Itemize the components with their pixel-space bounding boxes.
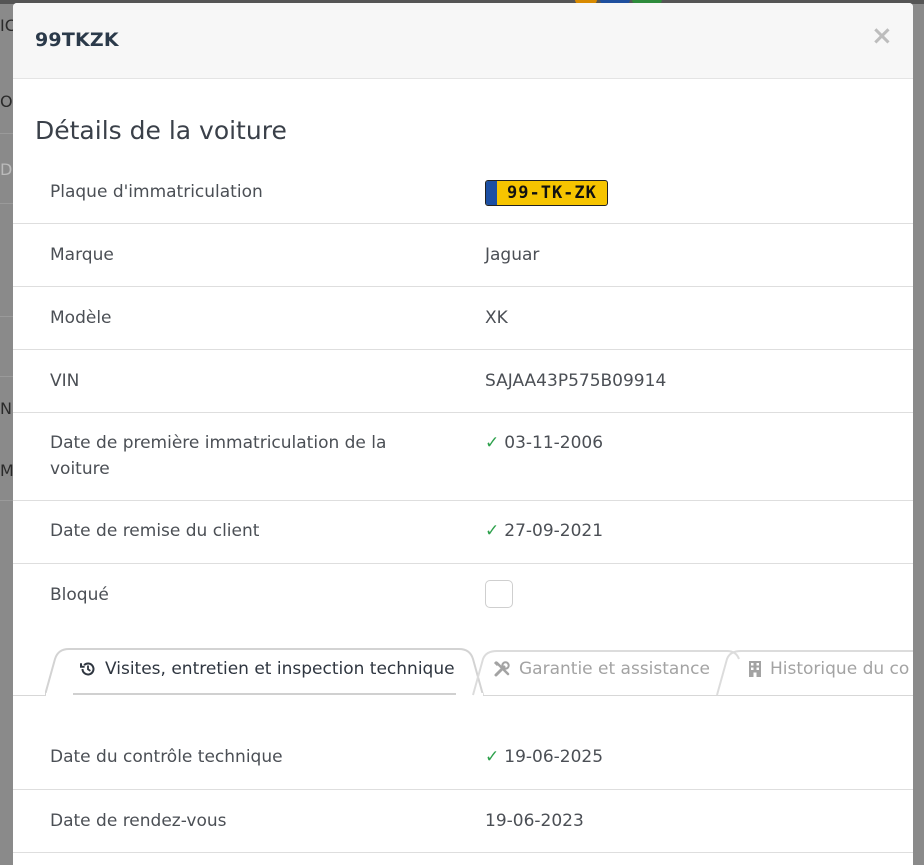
detail-row-technical-check: Date du contrôle technique ✓ 19-06-2025 bbox=[13, 727, 913, 790]
detail-row-plate: Plaque d'immatriculation 99-TK-ZK bbox=[13, 161, 913, 224]
tab-label: Historique du co bbox=[770, 659, 910, 679]
first-registration-label: Date de première immatriculation de la v… bbox=[50, 430, 386, 482]
detail-row-first-registration: Date de première immatriculation de la v… bbox=[13, 413, 913, 501]
plate-number: 99-TK-ZK bbox=[507, 183, 597, 203]
detail-row-vin: VIN SAJAA43P575B09914 bbox=[13, 350, 913, 413]
handover-date: 27-09-2021 bbox=[504, 521, 604, 541]
close-button[interactable]: × bbox=[871, 21, 893, 51]
background-divider bbox=[0, 376, 13, 377]
active-tab-underline bbox=[73, 693, 456, 695]
model-value: XK bbox=[485, 308, 508, 328]
vin-value: SAJAA43P575B09914 bbox=[485, 371, 667, 391]
background-text: D bbox=[0, 160, 13, 179]
history-icon bbox=[79, 660, 97, 678]
car-details-modal: 99TKZK × Détails de la voiture Plaque d'… bbox=[13, 3, 913, 865]
handover-value: ✓ 27-09-2021 bbox=[485, 518, 603, 544]
background-divider bbox=[0, 316, 13, 317]
car-details-list: Plaque d'immatriculation 99-TK-ZK Marque… bbox=[13, 161, 913, 626]
modal-title: 99TKZK bbox=[35, 29, 119, 51]
detail-row-brand: Marque Jaguar bbox=[13, 224, 913, 287]
background-divider bbox=[0, 203, 13, 204]
check-icon: ✓ bbox=[485, 433, 500, 453]
background-divider bbox=[0, 500, 13, 501]
blocked-value bbox=[485, 580, 513, 608]
section-title: Détails de la voiture bbox=[35, 116, 287, 145]
handover-label: Date de remise du client bbox=[50, 521, 260, 541]
tab-visits-maintenance[interactable]: Visites, entretien et inspection techniq… bbox=[45, 647, 485, 696]
building-icon bbox=[748, 660, 762, 678]
detail-row-handover: Date de remise du client ✓ 27-09-2021 bbox=[13, 501, 913, 564]
modal-header: 99TKZK × bbox=[13, 3, 913, 79]
detail-row-model: Modèle XK bbox=[13, 287, 913, 350]
background-text: M bbox=[0, 461, 13, 480]
background-divider bbox=[0, 133, 13, 134]
technical-check-label: Date du contrôle technique bbox=[50, 747, 283, 767]
background-text: OI bbox=[0, 92, 13, 111]
tab-warranty-assistance[interactable]: Garantie et assistance bbox=[471, 647, 741, 696]
technical-check-date: 19-06-2025 bbox=[504, 747, 604, 767]
tab-history[interactable]: Historique du co bbox=[715, 647, 913, 696]
blocked-label: Bloqué bbox=[50, 585, 109, 605]
close-icon: × bbox=[871, 21, 893, 51]
brand-label: Marque bbox=[50, 245, 114, 265]
tab-label: Garantie et assistance bbox=[519, 659, 710, 679]
technical-check-value: ✓ 19-06-2025 bbox=[485, 744, 603, 770]
check-icon: ✓ bbox=[485, 747, 500, 767]
blocked-checkbox[interactable] bbox=[485, 580, 513, 608]
brand-value: Jaguar bbox=[485, 245, 540, 265]
tab-label: Visites, entretien et inspection techniq… bbox=[105, 659, 455, 679]
model-label: Modèle bbox=[50, 308, 112, 328]
appointment-value: 19-06-2023 bbox=[485, 811, 584, 831]
check-icon: ✓ bbox=[485, 521, 500, 541]
detail-row-appointment: Date de rendez-vous 19-06-2023 bbox=[13, 790, 913, 853]
detail-row-blocked: Bloqué bbox=[13, 564, 913, 626]
plate-value: 99-TK-ZK bbox=[485, 180, 608, 206]
first-registration-label-line2: voiture bbox=[50, 459, 110, 479]
first-registration-value: ✓ 03-11-2006 bbox=[485, 430, 603, 456]
background-text: N bbox=[0, 399, 12, 418]
inspection-details-list: Date du contrôle technique ✓ 19-06-2025 … bbox=[13, 727, 913, 853]
license-plate: 99-TK-ZK bbox=[485, 180, 608, 206]
first-registration-label-line1: Date de première immatriculation de la bbox=[50, 433, 387, 453]
appointment-label: Date de rendez-vous bbox=[50, 811, 227, 831]
vin-label: VIN bbox=[50, 371, 80, 391]
first-registration-date: 03-11-2006 bbox=[504, 433, 604, 453]
tab-bar: Visites, entretien et inspection techniq… bbox=[13, 647, 913, 697]
tools-icon bbox=[493, 660, 511, 678]
plate-label: Plaque d'immatriculation bbox=[50, 182, 263, 202]
eu-band bbox=[486, 181, 497, 205]
background-text: IC bbox=[0, 16, 13, 35]
